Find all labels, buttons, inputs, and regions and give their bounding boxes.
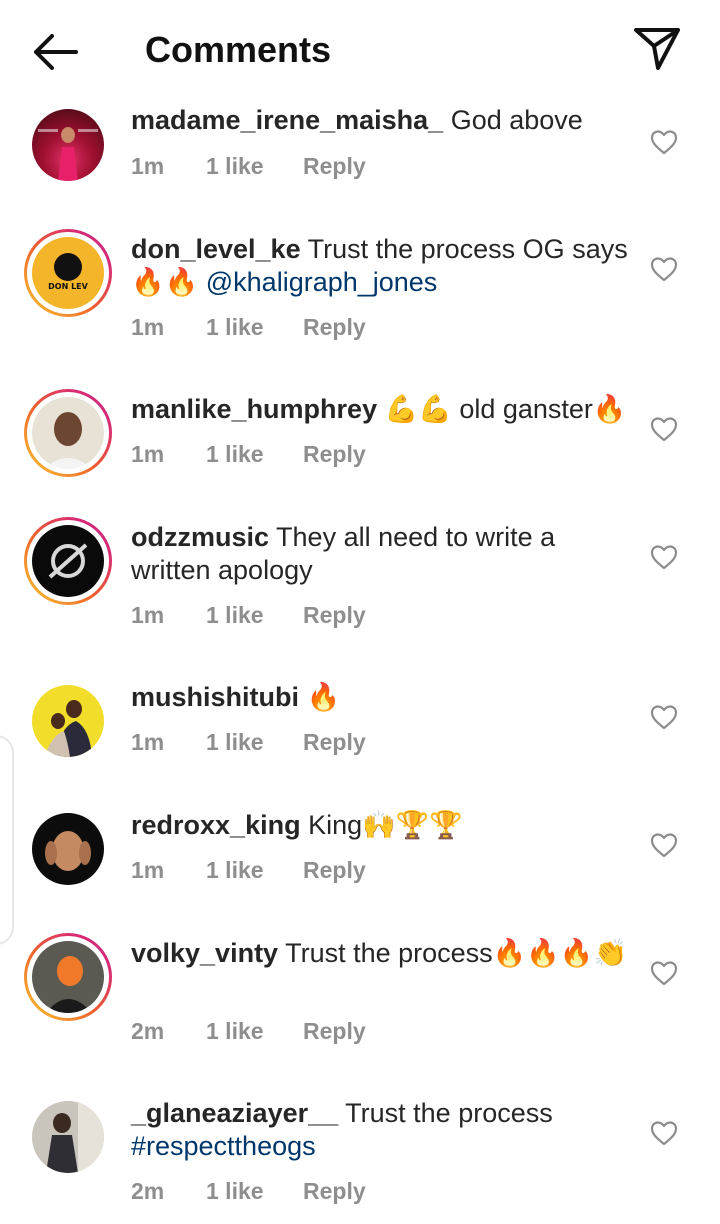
comment-text-block: volky_vinty Trust the process🔥🔥🔥👏 bbox=[131, 937, 631, 970]
comment-likes[interactable]: 1 like bbox=[206, 151, 303, 181]
comment-text-block: madame_irene_maisha_ God above bbox=[131, 104, 631, 137]
comment-likes[interactable]: 1 like bbox=[206, 600, 303, 630]
avatar[interactable] bbox=[24, 677, 112, 765]
like-heart-icon[interactable] bbox=[650, 832, 678, 858]
reply-button[interactable]: Reply bbox=[303, 1016, 366, 1046]
comment-meta: 1m 1 like Reply bbox=[131, 151, 366, 181]
comment-meta: 1m 1 like Reply bbox=[131, 727, 366, 757]
comment-likes[interactable]: 1 like bbox=[206, 727, 303, 757]
comment-meta: 2m 1 like Reply bbox=[131, 1176, 366, 1206]
comment-likes[interactable]: 1 like bbox=[206, 855, 303, 885]
comment-text: Trust the process🔥🔥🔥👏 bbox=[278, 938, 628, 968]
comment-text-block: don_level_ke Trust the process OG says 🔥… bbox=[131, 233, 631, 299]
reply-button[interactable]: Reply bbox=[303, 727, 366, 757]
avatar[interactable] bbox=[24, 805, 112, 893]
avatar[interactable] bbox=[24, 517, 112, 605]
comment-hashtag-link[interactable]: #respecttheogs bbox=[131, 1131, 316, 1161]
comment-username[interactable]: madame_irene_maisha_ bbox=[131, 105, 443, 135]
like-heart-icon[interactable] bbox=[650, 256, 678, 282]
reply-button[interactable]: Reply bbox=[303, 151, 366, 181]
comment-likes[interactable]: 1 like bbox=[206, 439, 303, 469]
comment-username[interactable]: mushishitubi bbox=[131, 682, 299, 712]
comment-text: God above bbox=[443, 105, 583, 135]
like-heart-icon[interactable] bbox=[650, 960, 678, 986]
reply-button[interactable]: Reply bbox=[303, 312, 366, 342]
back-arrow-icon[interactable] bbox=[28, 30, 84, 74]
like-heart-icon[interactable] bbox=[650, 416, 678, 442]
comment-username[interactable]: manlike_humphrey bbox=[131, 394, 377, 424]
comment-likes[interactable]: 1 like bbox=[206, 312, 303, 342]
page-title: Comments bbox=[145, 29, 332, 70]
comment-meta: 1m 1 like Reply bbox=[131, 855, 366, 885]
comment-text: Trust the process bbox=[338, 1098, 553, 1128]
comment-time: 1m bbox=[131, 153, 165, 179]
comment-meta: 1m 1 like Reply bbox=[131, 600, 366, 630]
comment-time: 1m bbox=[131, 729, 165, 755]
comment-meta: 1m 1 like Reply bbox=[131, 312, 366, 342]
avatar[interactable] bbox=[24, 1093, 112, 1181]
svg-text:DON LEV: DON LEV bbox=[48, 282, 88, 291]
comment-meta: 1m 1 like Reply bbox=[131, 439, 366, 469]
share-send-icon[interactable] bbox=[630, 24, 684, 72]
comment-username[interactable]: odzzmusic bbox=[131, 522, 269, 552]
comment-likes[interactable]: 1 like bbox=[206, 1176, 303, 1206]
comment-text-block: odzzmusic They all need to write a writt… bbox=[131, 521, 631, 587]
reply-button[interactable]: Reply bbox=[303, 1176, 366, 1206]
comment-mention-link[interactable]: @khaligraph_jones bbox=[206, 267, 438, 297]
comment-time: 1m bbox=[131, 602, 165, 628]
comment-text-block: manlike_humphrey 💪💪 old ganster🔥 bbox=[131, 393, 631, 426]
reply-button[interactable]: Reply bbox=[303, 439, 366, 469]
reply-button[interactable]: Reply bbox=[303, 600, 366, 630]
comment-text-block: _glaneaziayer__ Trust the process #respe… bbox=[131, 1097, 631, 1163]
avatar[interactable] bbox=[24, 389, 112, 477]
avatar[interactable] bbox=[24, 101, 112, 189]
comment-time: 2m bbox=[131, 1178, 165, 1204]
comment-time: 1m bbox=[131, 314, 165, 340]
like-heart-icon[interactable] bbox=[650, 1120, 678, 1146]
comment-text-block: redroxx_king King🙌🏆🏆 bbox=[131, 809, 631, 842]
comment-meta: 2m 1 like Reply bbox=[131, 1016, 366, 1046]
avatar[interactable] bbox=[24, 933, 112, 1021]
comment-time: 2m bbox=[131, 1018, 165, 1044]
reply-button[interactable]: Reply bbox=[303, 855, 366, 885]
comment-text: King🙌🏆🏆 bbox=[300, 810, 463, 840]
like-heart-icon[interactable] bbox=[650, 544, 678, 570]
comment-username[interactable]: volky_vinty bbox=[131, 938, 278, 968]
comment-time: 1m bbox=[131, 857, 165, 883]
comment-time: 1m bbox=[131, 441, 165, 467]
comment-likes[interactable]: 1 like bbox=[206, 1016, 303, 1046]
like-heart-icon[interactable] bbox=[650, 129, 678, 155]
avatar[interactable]: DON LEV bbox=[24, 229, 112, 317]
comment-username[interactable]: _glaneaziayer__ bbox=[131, 1098, 338, 1128]
edge-drawer-handle[interactable] bbox=[0, 735, 14, 945]
header-bar: Comments bbox=[0, 0, 720, 100]
comment-text: 💪💪 old ganster🔥 bbox=[377, 394, 627, 424]
like-heart-icon[interactable] bbox=[650, 704, 678, 730]
comment-username[interactable]: don_level_ke bbox=[131, 234, 301, 264]
comment-username[interactable]: redroxx_king bbox=[131, 810, 301, 840]
comment-text-block: mushishitubi 🔥 bbox=[131, 681, 631, 714]
comment-text: 🔥 bbox=[299, 682, 341, 712]
